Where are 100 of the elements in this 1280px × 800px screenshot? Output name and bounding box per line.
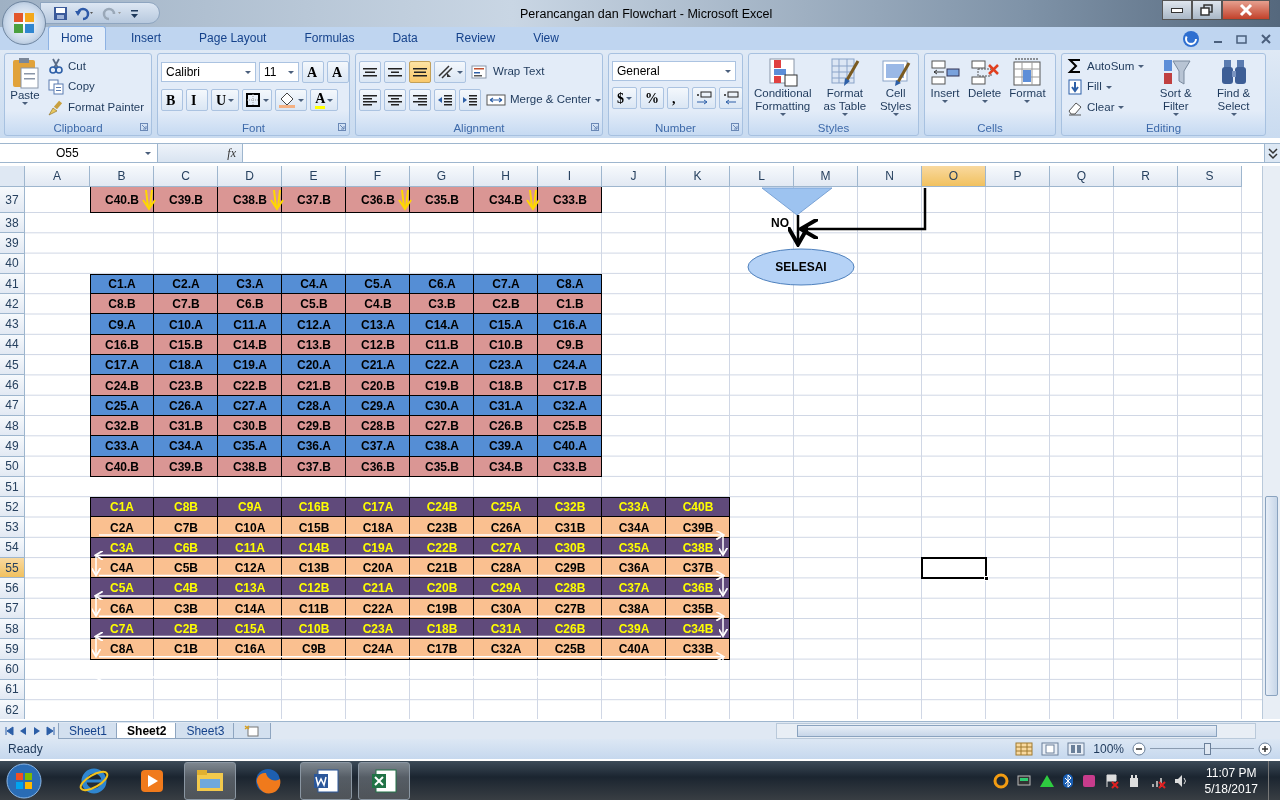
ribbon-button[interactable]: Merge & Center	[484, 89, 602, 111]
column-header[interactable]: J	[602, 166, 666, 187]
font-size-field[interactable]: 11	[259, 62, 299, 82]
toolbar-button[interactable]	[242, 89, 273, 111]
next-sheet-icon[interactable]	[32, 726, 42, 736]
row-header[interactable]: 60	[0, 659, 25, 680]
row-header[interactable]: 55	[0, 558, 25, 579]
row-header[interactable]: 43	[0, 314, 25, 335]
start-button[interactable]	[4, 763, 44, 799]
ribbon-button[interactable]: Delete	[966, 56, 1004, 104]
speaker-icon[interactable]	[1172, 773, 1189, 789]
toolbar-button[interactable]	[384, 89, 406, 111]
column-header[interactable]: C	[154, 166, 218, 187]
toolbar-button[interactable]	[384, 61, 406, 83]
ribbon-button[interactable]: AutoSum	[1065, 56, 1147, 77]
column-header[interactable]: B	[90, 166, 154, 187]
column-header[interactable]: S	[1178, 166, 1242, 187]
ribbon-button[interactable]: Format	[1007, 56, 1048, 104]
shrink-font-button[interactable]: A	[327, 61, 349, 83]
ribbon-button[interactable]: Cell Styles	[876, 56, 915, 117]
scrollbar-thumb[interactable]	[1265, 496, 1278, 696]
ribbon-button[interactable]: Cut	[46, 56, 147, 77]
row-header[interactable]: 39	[0, 233, 25, 254]
number-format-field[interactable]: General	[612, 61, 736, 81]
row-header[interactable]: 42	[0, 294, 25, 315]
restore-icon[interactable]	[1236, 33, 1248, 45]
row-header[interactable]: 53	[0, 517, 25, 538]
row-header[interactable]: 52	[0, 497, 25, 518]
ribbon-tab[interactable]: Formulas	[291, 26, 368, 50]
launcher-icon[interactable]	[140, 123, 148, 131]
toolbar-button[interactable]	[409, 61, 431, 83]
minimize-button[interactable]	[1162, 0, 1192, 20]
row-header[interactable]: 56	[0, 578, 25, 599]
column-header[interactable]: L	[730, 166, 794, 187]
row-header[interactable]: 61	[0, 679, 25, 701]
row-header[interactable]: 41	[0, 273, 25, 295]
row-header[interactable]: 45	[0, 355, 25, 376]
maximize-button[interactable]	[1192, 0, 1222, 20]
row-header[interactable]: 59	[0, 639, 25, 660]
clock-time[interactable]: 11:07 PM	[1204, 765, 1258, 781]
ribbon-tab[interactable]: Review	[442, 26, 509, 50]
ribbon-button[interactable]: Find & Select	[1205, 56, 1262, 117]
active-cell[interactable]	[922, 558, 986, 579]
ribbon-button[interactable]: Paste	[8, 56, 42, 106]
row-header[interactable]: 38	[0, 213, 25, 234]
undo-icon[interactable]	[74, 5, 96, 21]
row-header[interactable]: 40	[0, 253, 25, 274]
ribbon-button[interactable]: Wrap Text	[469, 61, 547, 83]
insert-function-button[interactable]: fx	[158, 144, 243, 162]
column-header[interactable]: K	[666, 166, 730, 187]
help-icon[interactable]	[1182, 30, 1200, 48]
column-header[interactable]: H	[474, 166, 538, 187]
row-header[interactable]: 48	[0, 415, 25, 437]
toolbar-button[interactable]	[359, 89, 381, 111]
ribbon-button[interactable]: Fill	[1065, 76, 1147, 98]
horizontal-scrollbar[interactable]	[776, 723, 1256, 739]
column-header[interactable]: O	[922, 166, 986, 187]
last-sheet-icon[interactable]	[46, 726, 56, 736]
launcher-icon[interactable]	[338, 123, 346, 131]
italic-button[interactable]: I	[186, 89, 208, 111]
row-header[interactable]: 62	[0, 700, 25, 719]
first-sheet-icon[interactable]	[4, 726, 14, 736]
bold-button[interactable]: B	[161, 89, 183, 111]
toolbar-button[interactable]	[275, 89, 308, 111]
close-button[interactable]	[1222, 0, 1270, 20]
clock-date[interactable]: 5/18/2017	[1204, 781, 1258, 797]
monitor-icon[interactable]	[1015, 773, 1032, 789]
toolbar-button[interactable]	[459, 89, 481, 111]
zoom-level[interactable]: 100%	[1093, 740, 1124, 758]
taskbar-button[interactable]	[300, 762, 352, 800]
ring-icon[interactable]	[992, 773, 1009, 789]
column-header[interactable]: I	[538, 166, 602, 187]
column-header[interactable]: D	[218, 166, 282, 187]
column-header[interactable]: Q	[1050, 166, 1114, 187]
ribbon-tab[interactable]: Home	[48, 26, 106, 50]
row-header[interactable]: 44	[0, 334, 25, 356]
expand-button[interactable]	[1264, 144, 1280, 162]
grow-font-button[interactable]: A	[302, 61, 324, 83]
row-header[interactable]: 57	[0, 598, 25, 619]
zoom-slider[interactable]	[1150, 742, 1254, 756]
ribbon-tab[interactable]: Insert	[118, 26, 175, 50]
font-name-field[interactable]: Calibri	[161, 62, 256, 82]
column-header[interactable]: P	[986, 166, 1050, 187]
comma-button[interactable]: ,	[667, 87, 689, 109]
toolbar-button[interactable]	[409, 89, 431, 111]
sheet-tab[interactable]: Sheet2	[116, 723, 178, 739]
launcher-icon[interactable]	[731, 123, 739, 131]
ribbon-button[interactable]: Clear	[1065, 97, 1147, 118]
sheet-tab[interactable]: Sheet3	[175, 723, 236, 739]
row-header[interactable]: 47	[0, 395, 25, 416]
toolbar-button[interactable]	[434, 61, 466, 83]
column-header[interactable]: E	[282, 166, 346, 187]
font-color-button[interactable]: A	[310, 89, 339, 111]
row-header[interactable]: 54	[0, 537, 25, 559]
ribbon-button[interactable]: Format Painter	[46, 97, 147, 118]
percent-button[interactable]: %	[640, 87, 664, 109]
app-icon[interactable]	[1080, 773, 1097, 789]
zoom-out-icon[interactable]	[1132, 742, 1146, 756]
ribbon-button[interactable]: Copy	[46, 76, 147, 98]
column-header[interactable]: N	[858, 166, 922, 187]
